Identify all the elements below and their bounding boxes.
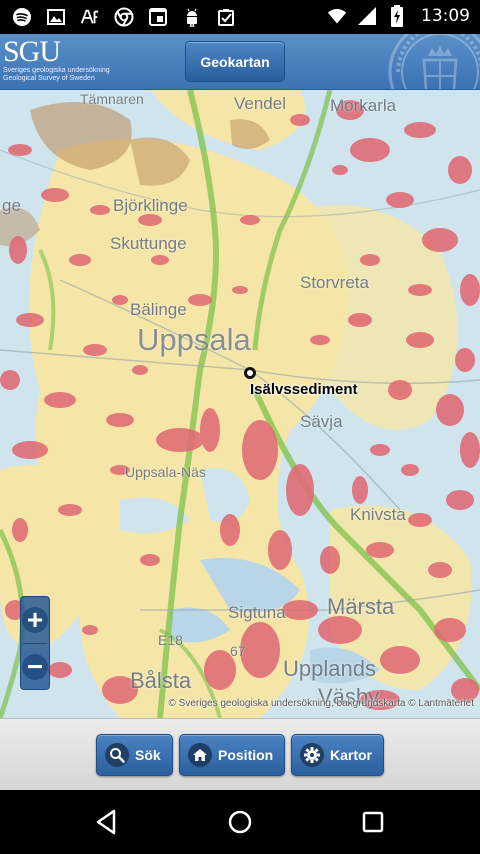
plus-icon: + (22, 606, 48, 634)
logo-text: SGU (3, 35, 61, 68)
minus-icon: − (22, 653, 48, 681)
screen: 13:09 SGU Sveriges geologiska undersökni… (0, 0, 480, 854)
clock: 13:09 (421, 6, 470, 26)
android-icon (182, 7, 202, 27)
place-label: Bålsta (130, 668, 192, 693)
place-label: Upplands (283, 656, 376, 681)
search-icon (105, 743, 129, 767)
cell-signal-icon (357, 6, 377, 26)
status-bar: 13:09 (0, 0, 480, 34)
chrome-icon (114, 7, 134, 27)
checklist-icon (216, 7, 236, 27)
screen-icon (148, 7, 168, 27)
sgu-logo[interactable]: SGU Sveriges geologiska undersökning Geo… (3, 37, 119, 87)
map-tiles (0, 90, 480, 718)
wifi-icon (327, 6, 347, 26)
home-button[interactable] (224, 806, 256, 838)
spotify-icon (12, 7, 32, 27)
place-label: Bälinge (130, 300, 187, 319)
position-button-label: Position (218, 747, 274, 763)
road-label: E18 (158, 632, 183, 648)
battery-charging-icon (387, 5, 407, 27)
search-button[interactable]: Sök (96, 734, 173, 776)
location-marker[interactable] (244, 367, 256, 379)
maps-button[interactable]: Kartor (291, 734, 384, 776)
zoom-out-button[interactable]: − (21, 644, 49, 690)
system-icons: 13:09 (327, 5, 470, 27)
place-label: Märsta (327, 594, 395, 619)
gear-icon (300, 743, 324, 767)
logo-subtitle-sv: Sveriges geologiska undersökning (3, 67, 110, 74)
place-label: Uppsala (137, 322, 251, 357)
zoom-control: + − (20, 596, 50, 690)
bottom-toolbar: Sök Position Kartor (0, 718, 480, 790)
place-label: Tämnaren (80, 91, 144, 107)
place-label: Björklinge (113, 196, 188, 215)
road-label: 67 (230, 643, 246, 659)
place-label: Uppsala-Näs (125, 464, 206, 480)
ae-app-icon (80, 7, 100, 27)
recents-square-icon (362, 811, 384, 833)
notification-icons (12, 7, 236, 27)
seal-emblem-icon (388, 34, 480, 89)
place-label: Vendel (234, 94, 286, 113)
place-label: Morkarla (330, 96, 397, 115)
search-button-label: Sök (135, 747, 161, 763)
logo-subtitle-en: Geological Survey of Sweden (3, 75, 95, 82)
app-header: SGU Sveriges geologiska undersökning Geo… (0, 34, 480, 90)
map-attribution: © Sveriges geologiska undersökning, bakg… (168, 698, 474, 709)
zoom-in-button[interactable]: + (21, 597, 49, 643)
place-label: Storvreta (300, 273, 369, 292)
place-label: Sävja (300, 412, 343, 431)
home-circle-icon (228, 810, 252, 834)
place-label: Sigtuna (228, 603, 286, 622)
back-triangle-icon (96, 809, 116, 835)
marker-label: Isälvssediment (250, 381, 358, 398)
place-label: Knivsta (350, 505, 406, 524)
place-label: ge (2, 196, 21, 215)
position-button[interactable]: Position (179, 734, 285, 776)
image-icon (46, 7, 66, 27)
home-icon (188, 743, 212, 767)
maps-button-label: Kartor (330, 747, 373, 763)
back-button[interactable] (90, 806, 122, 838)
place-label: Skuttunge (110, 234, 187, 253)
geological-map[interactable]: Tämnaren Vendel Morkarla Björklinge Skut… (0, 90, 480, 718)
geokartan-button[interactable]: Geokartan (185, 41, 285, 82)
navigation-bar (0, 790, 480, 854)
recents-button[interactable] (357, 806, 389, 838)
